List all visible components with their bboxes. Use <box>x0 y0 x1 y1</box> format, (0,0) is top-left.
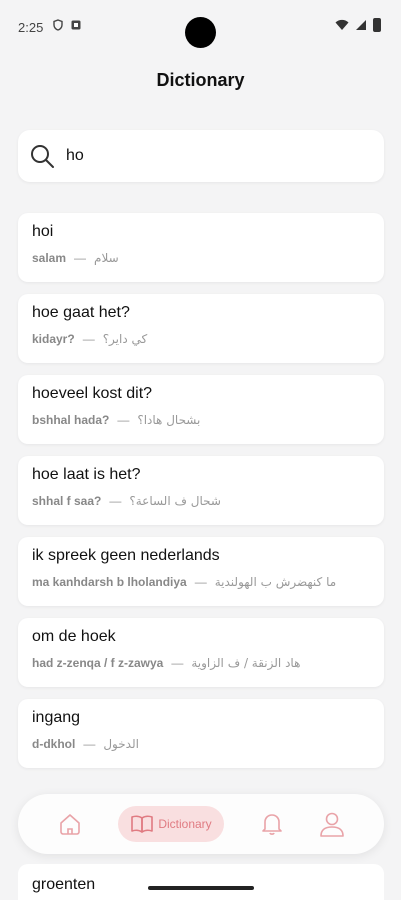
nav-profile-button[interactable] <box>318 806 346 842</box>
separator-dash: — <box>83 737 96 751</box>
result-term: om de hoek <box>32 628 116 645</box>
result-transliteration: shhal f saa? <box>32 494 102 508</box>
result-translation: ma kanhdarsh b lholandiya — ما كنهضرش ب … <box>32 575 370 589</box>
result-term: hoeveel kost dit? <box>32 385 153 402</box>
status-time: 2:25 <box>18 20 44 35</box>
result-transliteration: salam <box>32 251 67 265</box>
result-card-om-de-hoek[interactable]: om de hoek had z-zenqa / f z-zawya — هاد… <box>18 618 384 687</box>
result-term: ingang <box>32 709 81 726</box>
result-translation: kidayr? — كي داير؟ <box>32 332 370 346</box>
search-bar[interactable] <box>18 130 384 182</box>
nav-dictionary-label: Dictionary <box>158 817 212 831</box>
result-transliteration: kidayr? <box>32 332 75 346</box>
wifi-icon <box>335 19 349 30</box>
result-card-ingang[interactable]: ingang d-dkhol — الدخول <box>18 699 384 768</box>
result-card-ik-spreek-geen-nederlands[interactable]: ik spreek geen nederlands ma kanhdarsh b… <box>18 537 384 606</box>
battery-icon <box>373 18 381 32</box>
result-card-hoe-laat-is-het[interactable]: hoe laat is het? shhal f saa? — شحال ف ا… <box>18 456 384 525</box>
result-translation: had z-zenqa / f z-zawya — هاد الزنقة / ف… <box>32 656 370 670</box>
result-translation: salam — سلام <box>32 251 370 265</box>
result-card-hoeveel-kost-dit[interactable]: hoeveel kost dit? bshhal hada? — بشحال ه… <box>18 375 384 444</box>
result-arabic: ما كنهضرش ب الهولندية <box>214 575 337 589</box>
result-translation: bshhal hada? — بشحال هادا؟ <box>32 413 370 427</box>
result-transliteration: ma kanhdarsh b lholandiya <box>32 575 187 589</box>
separator-dash: — <box>74 251 87 265</box>
home-icon <box>60 814 80 835</box>
notification-app-icon <box>71 20 81 30</box>
result-arabic: شحال ف الساعة؟ <box>129 494 221 508</box>
nav-notifications-button[interactable] <box>258 806 286 842</box>
separator-dash: — <box>117 413 130 427</box>
result-term: ik spreek geen nederlands <box>32 547 220 564</box>
result-term: groenten <box>32 876 96 893</box>
camera-cutout <box>185 17 216 48</box>
home-indicator[interactable] <box>148 886 254 890</box>
nav-dictionary-button[interactable]: Dictionary <box>118 806 224 842</box>
result-arabic: سلام <box>94 251 119 265</box>
result-transliteration: bshhal hada? <box>32 413 110 427</box>
separator-dash: — <box>82 332 95 346</box>
result-translation: shhal f saa? — شحال ف الساعة؟ <box>32 494 370 508</box>
separator-dash: — <box>171 656 184 670</box>
bell-icon <box>262 814 282 835</box>
result-arabic: كي داير؟ <box>102 332 148 346</box>
result-transliteration: d-dkhol <box>32 737 76 751</box>
user-icon <box>320 812 344 837</box>
search-icon <box>28 142 56 170</box>
separator-dash: — <box>194 575 207 589</box>
result-term: hoe laat is het? <box>32 466 141 483</box>
signal-icon <box>356 20 366 30</box>
results-list: hoi salam — سلام hoe gaat het? kidayr? —… <box>18 213 384 780</box>
book-icon <box>131 815 154 833</box>
result-translation: d-dkhol — الدخول <box>32 737 370 751</box>
search-input[interactable] <box>66 147 346 165</box>
page-title: Dictionary <box>156 70 245 90</box>
status-left-icons <box>52 19 82 31</box>
bottom-nav: Dictionary <box>18 794 384 854</box>
result-card-hoe-gaat-het[interactable]: hoe gaat het? kidayr? — كي داير؟ <box>18 294 384 363</box>
result-card-groenten[interactable]: groenten <box>18 864 384 900</box>
status-bar: 2:25 <box>0 0 401 56</box>
result-term: hoi <box>32 223 54 240</box>
result-transliteration: had z-zenqa / f z-zawya <box>32 656 164 670</box>
result-arabic: هاد الزنقة / ف الزاوية <box>191 656 301 670</box>
result-card-hoi[interactable]: hoi salam — سلام <box>18 213 384 282</box>
result-arabic: الدخول <box>103 737 139 751</box>
vpn-shield-icon <box>53 19 63 31</box>
separator-dash: — <box>109 494 122 508</box>
status-right-icons <box>335 18 381 32</box>
nav-home-button[interactable] <box>56 806 84 842</box>
result-arabic: بشحال هادا؟ <box>137 413 201 427</box>
result-term: hoe gaat het? <box>32 304 130 321</box>
